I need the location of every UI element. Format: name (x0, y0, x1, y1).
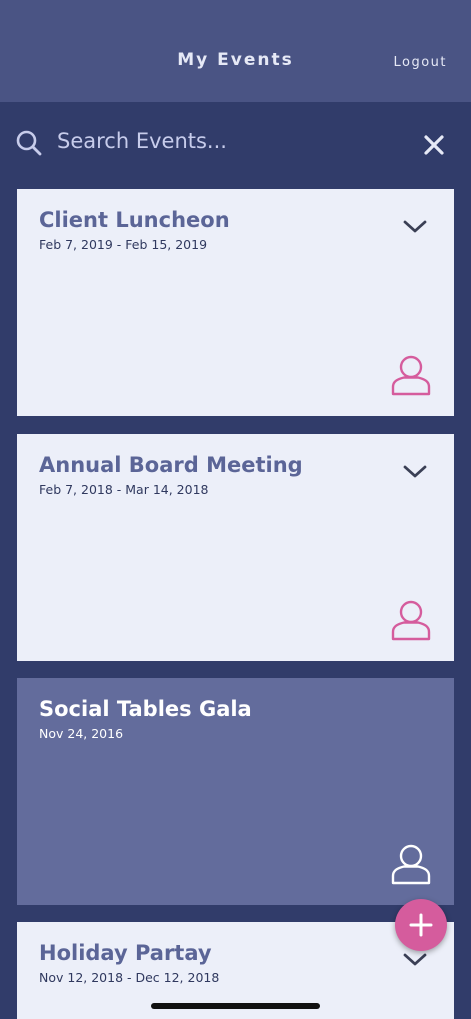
event-dates: Nov 12, 2018 - Dec 12, 2018 (39, 970, 220, 985)
chevron-down-icon[interactable] (402, 952, 428, 968)
event-title: Client Luncheon (39, 208, 230, 232)
event-dates: Feb 7, 2019 - Feb 15, 2019 (39, 237, 208, 252)
event-card-selected[interactable]: Social Tables Gala Nov 24, 2016 (17, 678, 454, 905)
event-title: Holiday Partay (39, 941, 212, 965)
person-icon (391, 844, 431, 885)
plus-icon (409, 913, 433, 937)
person-icon (391, 600, 431, 641)
event-dates: Feb 7, 2018 - Mar 14, 2018 (39, 482, 209, 497)
event-card[interactable]: Annual Board Meeting Feb 7, 2018 - Mar 1… (17, 434, 454, 661)
search-bar (0, 102, 471, 184)
close-icon[interactable] (423, 134, 445, 156)
logout-button[interactable]: Logout (393, 55, 447, 70)
event-title: Social Tables Gala (39, 697, 252, 721)
chevron-down-icon[interactable] (402, 219, 428, 235)
search-icon (16, 130, 42, 156)
search-input[interactable] (57, 122, 397, 160)
app-header: My Events Logout (0, 0, 471, 102)
event-dates: Nov 24, 2016 (39, 726, 124, 741)
add-event-button[interactable] (395, 899, 447, 951)
event-title: Annual Board Meeting (39, 453, 303, 477)
person-icon (391, 355, 431, 396)
chevron-down-icon[interactable] (402, 464, 428, 480)
home-indicator (151, 1003, 320, 1009)
event-card[interactable]: Client Luncheon Feb 7, 2019 - Feb 15, 20… (17, 189, 454, 416)
